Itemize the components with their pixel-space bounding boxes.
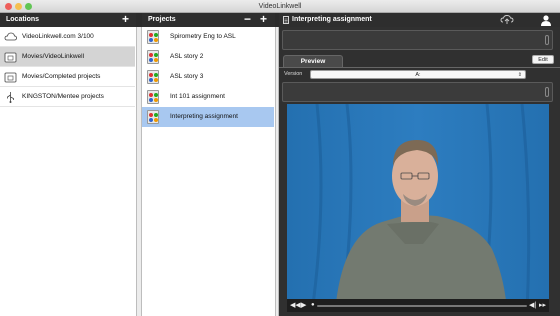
cloud-icon [4, 32, 17, 41]
locations-header: Locations + [0, 13, 136, 27]
skip-back-icon[interactable]: ◀◀ [290, 301, 301, 310]
version-label: Version [284, 71, 303, 77]
project-label: Int 101 assignment [170, 93, 225, 100]
playhead-icon[interactable]: ● [311, 301, 315, 310]
location-label: Movies/Completed projects [22, 73, 101, 80]
project-item[interactable]: ASL story 3 [142, 67, 274, 87]
video-controls: ◀◀ ▶ ● ◀| ▸▸ [287, 299, 549, 312]
location-item[interactable]: VideoLinkwell.com 3/100 [0, 27, 135, 47]
window-titlebar: VideoLinkwell [0, 0, 560, 13]
user-icon[interactable] [540, 14, 552, 26]
document-icon [283, 16, 289, 24]
scrollbar[interactable] [545, 87, 549, 97]
project-icon [147, 110, 159, 124]
project-item[interactable]: Spirometry Eng to ASL [142, 27, 274, 47]
video-player[interactable] [287, 104, 549, 312]
close-window-button[interactable] [5, 3, 12, 10]
version-value: A: [415, 72, 421, 78]
project-label: Interpreting assignment [170, 113, 238, 120]
chevron-updown-icon: ⇕ [517, 72, 522, 78]
location-item[interactable]: Movies/VideoLinkwell [0, 47, 135, 67]
remove-project-button[interactable]: − [244, 13, 251, 26]
folder-icon [4, 52, 17, 63]
play-icon[interactable]: ▶ [301, 301, 306, 310]
comment-field[interactable] [282, 82, 553, 102]
locations-title: Locations [6, 16, 40, 23]
version-select[interactable]: A: ⇕ [310, 70, 526, 79]
project-icon [147, 90, 159, 104]
scrollbar[interactable] [545, 35, 549, 45]
project-item[interactable]: Int 101 assignment [142, 87, 274, 107]
edit-button[interactable]: Edit [532, 55, 554, 64]
video-scrubber[interactable] [317, 305, 527, 307]
add-location-button[interactable]: + [122, 13, 129, 26]
projects-title: Projects [148, 16, 176, 23]
volume-icon[interactable]: ◀| [529, 301, 536, 310]
fullscreen-icon[interactable]: ▸▸ [539, 301, 546, 310]
usb-icon [7, 92, 14, 103]
projects-list: Spirometry Eng to ASL ASL story 2 ASL st… [142, 27, 275, 316]
detail-pane: Preview Edit Version A: ⇕ ◀◀ ▶ ● ◀| ▸▸ [279, 27, 560, 316]
project-icon [147, 50, 159, 64]
folder-icon [4, 72, 17, 83]
project-label: Spirometry Eng to ASL [170, 33, 236, 40]
tab-preview[interactable]: Preview [283, 55, 343, 67]
location-label: Movies/VideoLinkwell [22, 53, 85, 60]
project-item[interactable]: Interpreting assignment [142, 107, 274, 127]
projects-header: Projects − + [142, 13, 275, 27]
locations-list: VideoLinkwell.com 3/100 Movies/VideoLink… [0, 27, 136, 316]
notes-field[interactable] [282, 30, 553, 50]
project-item[interactable]: ASL story 2 [142, 47, 274, 67]
project-label: ASL story 3 [170, 73, 204, 80]
add-project-button[interactable]: + [260, 13, 267, 26]
location-item[interactable]: Movies/Completed projects [0, 67, 135, 87]
window-title: VideoLinkwell [258, 3, 302, 10]
location-item[interactable]: KINGSTON/Mentee projects [0, 87, 135, 107]
cloud-upload-icon[interactable] [500, 14, 514, 25]
project-icon [147, 70, 159, 84]
project-label: ASL story 2 [170, 53, 204, 60]
project-icon [147, 30, 159, 44]
detail-header: Interpreting assignment [279, 13, 560, 27]
minimize-window-button[interactable] [15, 3, 22, 10]
zoom-window-button[interactable] [25, 3, 32, 10]
detail-title: Interpreting assignment [292, 16, 372, 23]
location-label: VideoLinkwell.com 3/100 [22, 33, 94, 40]
location-label: KINGSTON/Mentee projects [22, 93, 104, 100]
video-frame [287, 104, 549, 312]
